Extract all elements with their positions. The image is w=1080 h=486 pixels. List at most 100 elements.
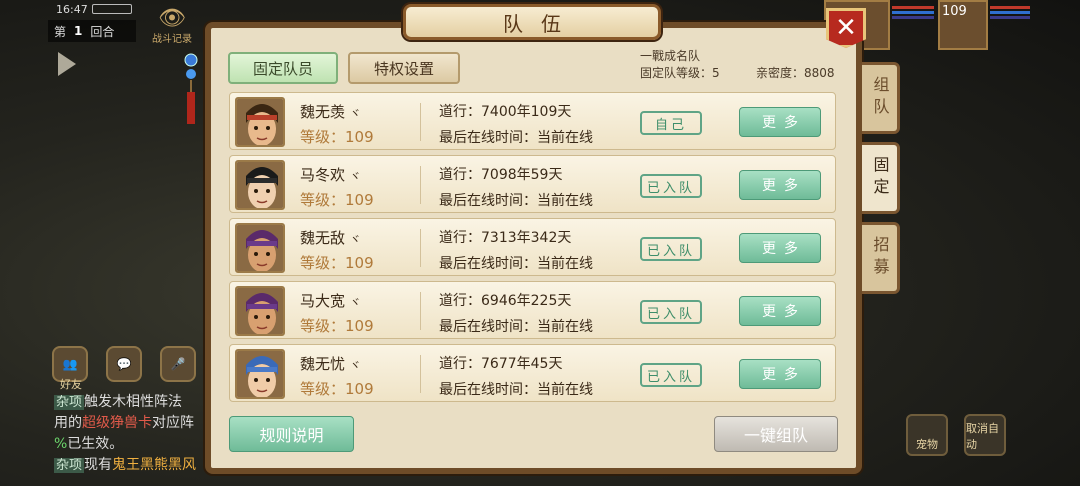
team-level: 固定队等级：5 xyxy=(640,66,720,80)
more-button[interactable]: 更多 xyxy=(739,233,821,263)
chat-line: %已生效。 xyxy=(54,434,204,455)
chat-text: 已生效。 xyxy=(67,436,124,452)
member-last-online: 最后在线时间：当前在线 xyxy=(439,319,593,335)
chat-tag: 杂项 xyxy=(54,395,85,410)
voice-button[interactable]: 🎤 xyxy=(160,346,196,382)
battle-record-button[interactable]: 👁 战斗记录 xyxy=(150,6,194,46)
side-tab-fixed[interactable]: 固定 xyxy=(862,142,900,214)
member-level: 等级：109 xyxy=(300,128,374,146)
tab-privilege-settings[interactable]: 特权设置 xyxy=(348,52,460,84)
gender-icon: ヾ xyxy=(349,359,361,372)
member-name: 魏无忧 ヾ xyxy=(300,353,361,374)
member-status-stamp: 已入队 xyxy=(640,363,702,387)
pet-label: 宠物 xyxy=(916,438,938,451)
member-name: 魏无羡 ヾ xyxy=(300,101,361,122)
chat-tag: 杂项 xyxy=(54,458,85,473)
battery-icon xyxy=(92,4,132,14)
message-button[interactable]: 💬 xyxy=(106,346,142,382)
member-name-text: 魏无羡 xyxy=(300,103,346,121)
play-arrow-icon[interactable] xyxy=(58,52,76,76)
row-divider xyxy=(420,355,421,393)
member-name-text: 马大宽 xyxy=(300,292,346,310)
side-tab-recruit[interactable]: 招募 xyxy=(862,222,900,294)
friends-icon: 👥 xyxy=(62,357,78,371)
pendant-ornament-icon xyxy=(184,53,198,124)
panel-title: 队伍 xyxy=(403,4,661,40)
member-last-online: 最后在线时间：当前在线 xyxy=(439,130,593,146)
chat-text: 用的 xyxy=(54,415,82,431)
more-button[interactable]: 更多 xyxy=(739,107,821,137)
member-level: 等级：109 xyxy=(300,191,374,209)
member-avatar[interactable] xyxy=(235,97,285,147)
gender-icon: ヾ xyxy=(349,170,361,183)
bottom-right-icons: 宠物 取消自动 xyxy=(906,414,1006,456)
member-list: 魏无羡 ヾ 等级：109 道行：7400年109天 最后在线时间：当前在线 自己… xyxy=(229,92,836,407)
friends-label: 好友 xyxy=(60,378,82,391)
chat-line: 用的超级狰兽卡对应阵 xyxy=(54,413,204,434)
chat-text: 对应阵 xyxy=(152,415,194,431)
gender-icon: ヾ xyxy=(349,107,361,120)
more-button[interactable]: 更多 xyxy=(739,296,821,326)
member-last-online: 最后在线时间：当前在线 xyxy=(439,193,593,209)
member-row[interactable]: 魏无敌 ヾ 等级：109 道行：7313年342天 最后在线时间：当前在线 已入… xyxy=(229,218,836,276)
member-row[interactable]: 马冬欢 ヾ 等级：109 道行：7098年59天 最后在线时间：当前在线 已入队… xyxy=(229,155,836,213)
team-info: 一戰成名队 固定队等级：5 亲密度：8808 xyxy=(640,48,835,82)
rules-button[interactable]: 规则说明 xyxy=(229,416,354,452)
clock: 16:47 xyxy=(56,3,88,16)
more-button[interactable]: 更多 xyxy=(739,359,821,389)
chat-item-link[interactable]: 超级狰兽卡 xyxy=(82,415,152,431)
member-last-online: 最后在线时间：当前在线 xyxy=(439,382,593,398)
member-daohang: 道行：7400年109天 xyxy=(439,104,572,120)
pet-hp-bars xyxy=(892,6,934,26)
side-tab-team[interactable]: 组队 xyxy=(862,62,900,134)
member-row[interactable]: 马大宽 ヾ 等级：109 道行：6946年225天 最后在线时间：当前在线 已入… xyxy=(229,281,836,339)
member-avatar[interactable] xyxy=(235,286,285,336)
more-button[interactable]: 更多 xyxy=(739,170,821,200)
member-daohang: 道行：6946年225天 xyxy=(439,293,572,309)
member-portrait-icon xyxy=(237,162,283,208)
member-status-stamp: 已入队 xyxy=(640,237,702,261)
member-name: 马冬欢 ヾ xyxy=(300,164,361,185)
member-avatar[interactable] xyxy=(235,160,285,210)
player-hp-bars xyxy=(990,6,1030,26)
eye-icon: 👁 xyxy=(158,6,186,31)
close-icon: ✕ xyxy=(835,13,857,43)
round-suffix: 回合 xyxy=(90,24,115,39)
game-screen: 16:47 第 1 回合 👁 战斗记录 👥 💬 🎤 好友 杂项 触发木相性阵法 用… xyxy=(0,0,1080,486)
member-status-stamp: 已入队 xyxy=(640,174,702,198)
member-name-text: 魏无忧 xyxy=(300,355,346,373)
member-daohang: 道行：7677年45天 xyxy=(439,356,563,372)
tab-fixed-members[interactable]: 固定队员 xyxy=(228,52,338,84)
member-daohang: 道行：7098年59天 xyxy=(439,167,563,183)
member-avatar[interactable] xyxy=(235,223,285,273)
microphone-icon: 🎤 xyxy=(170,357,186,371)
member-portrait-icon xyxy=(237,225,283,271)
member-level: 等级：109 xyxy=(300,317,374,335)
player-portrait[interactable]: 109 xyxy=(938,0,988,50)
row-divider xyxy=(420,229,421,267)
member-portrait-icon xyxy=(237,288,283,334)
member-row[interactable]: 魏无忧 ヾ 等级：109 道行：7677年45天 最后在线时间：当前在线 已入队… xyxy=(229,344,836,402)
team-intimacy: 亲密度：8808 xyxy=(756,66,835,80)
chat-log[interactable]: 杂项 触发木相性阵法 用的超级狰兽卡对应阵 %已生效。 杂项 现有鬼王黑熊黑风 xyxy=(54,392,204,476)
member-level: 等级：109 xyxy=(300,380,374,398)
pet-button[interactable]: 宠物 xyxy=(906,414,948,456)
gender-icon: ヾ xyxy=(349,233,361,246)
chat-text: % xyxy=(54,436,68,452)
round-counter: 第 1 回合 xyxy=(48,20,136,42)
member-name: 魏无敌 ヾ xyxy=(300,227,361,248)
member-name: 马大宽 ヾ xyxy=(300,290,361,311)
chat-npc-link[interactable]: 鬼王黑熊黑风 xyxy=(112,457,196,473)
member-status-stamp: 已入队 xyxy=(640,300,702,324)
member-avatar[interactable] xyxy=(235,349,285,399)
cancel-auto-button[interactable]: 取消自动 xyxy=(964,414,1006,456)
one-click-team-button[interactable]: 一键组队 xyxy=(714,416,838,452)
battle-record-label: 战斗记录 xyxy=(152,34,192,45)
member-row[interactable]: 魏无羡 ヾ 等级：109 道行：7400年109天 最后在线时间：当前在线 自己… xyxy=(229,92,836,150)
gender-icon: ヾ xyxy=(349,296,361,309)
member-level: 等级：109 xyxy=(300,254,374,272)
message-icon: 💬 xyxy=(116,357,132,371)
round-prefix: 第 xyxy=(54,24,67,39)
team-name: 一戰成名队 xyxy=(640,49,701,63)
chat-line: 杂项 现有鬼王黑熊黑风 xyxy=(54,455,204,476)
